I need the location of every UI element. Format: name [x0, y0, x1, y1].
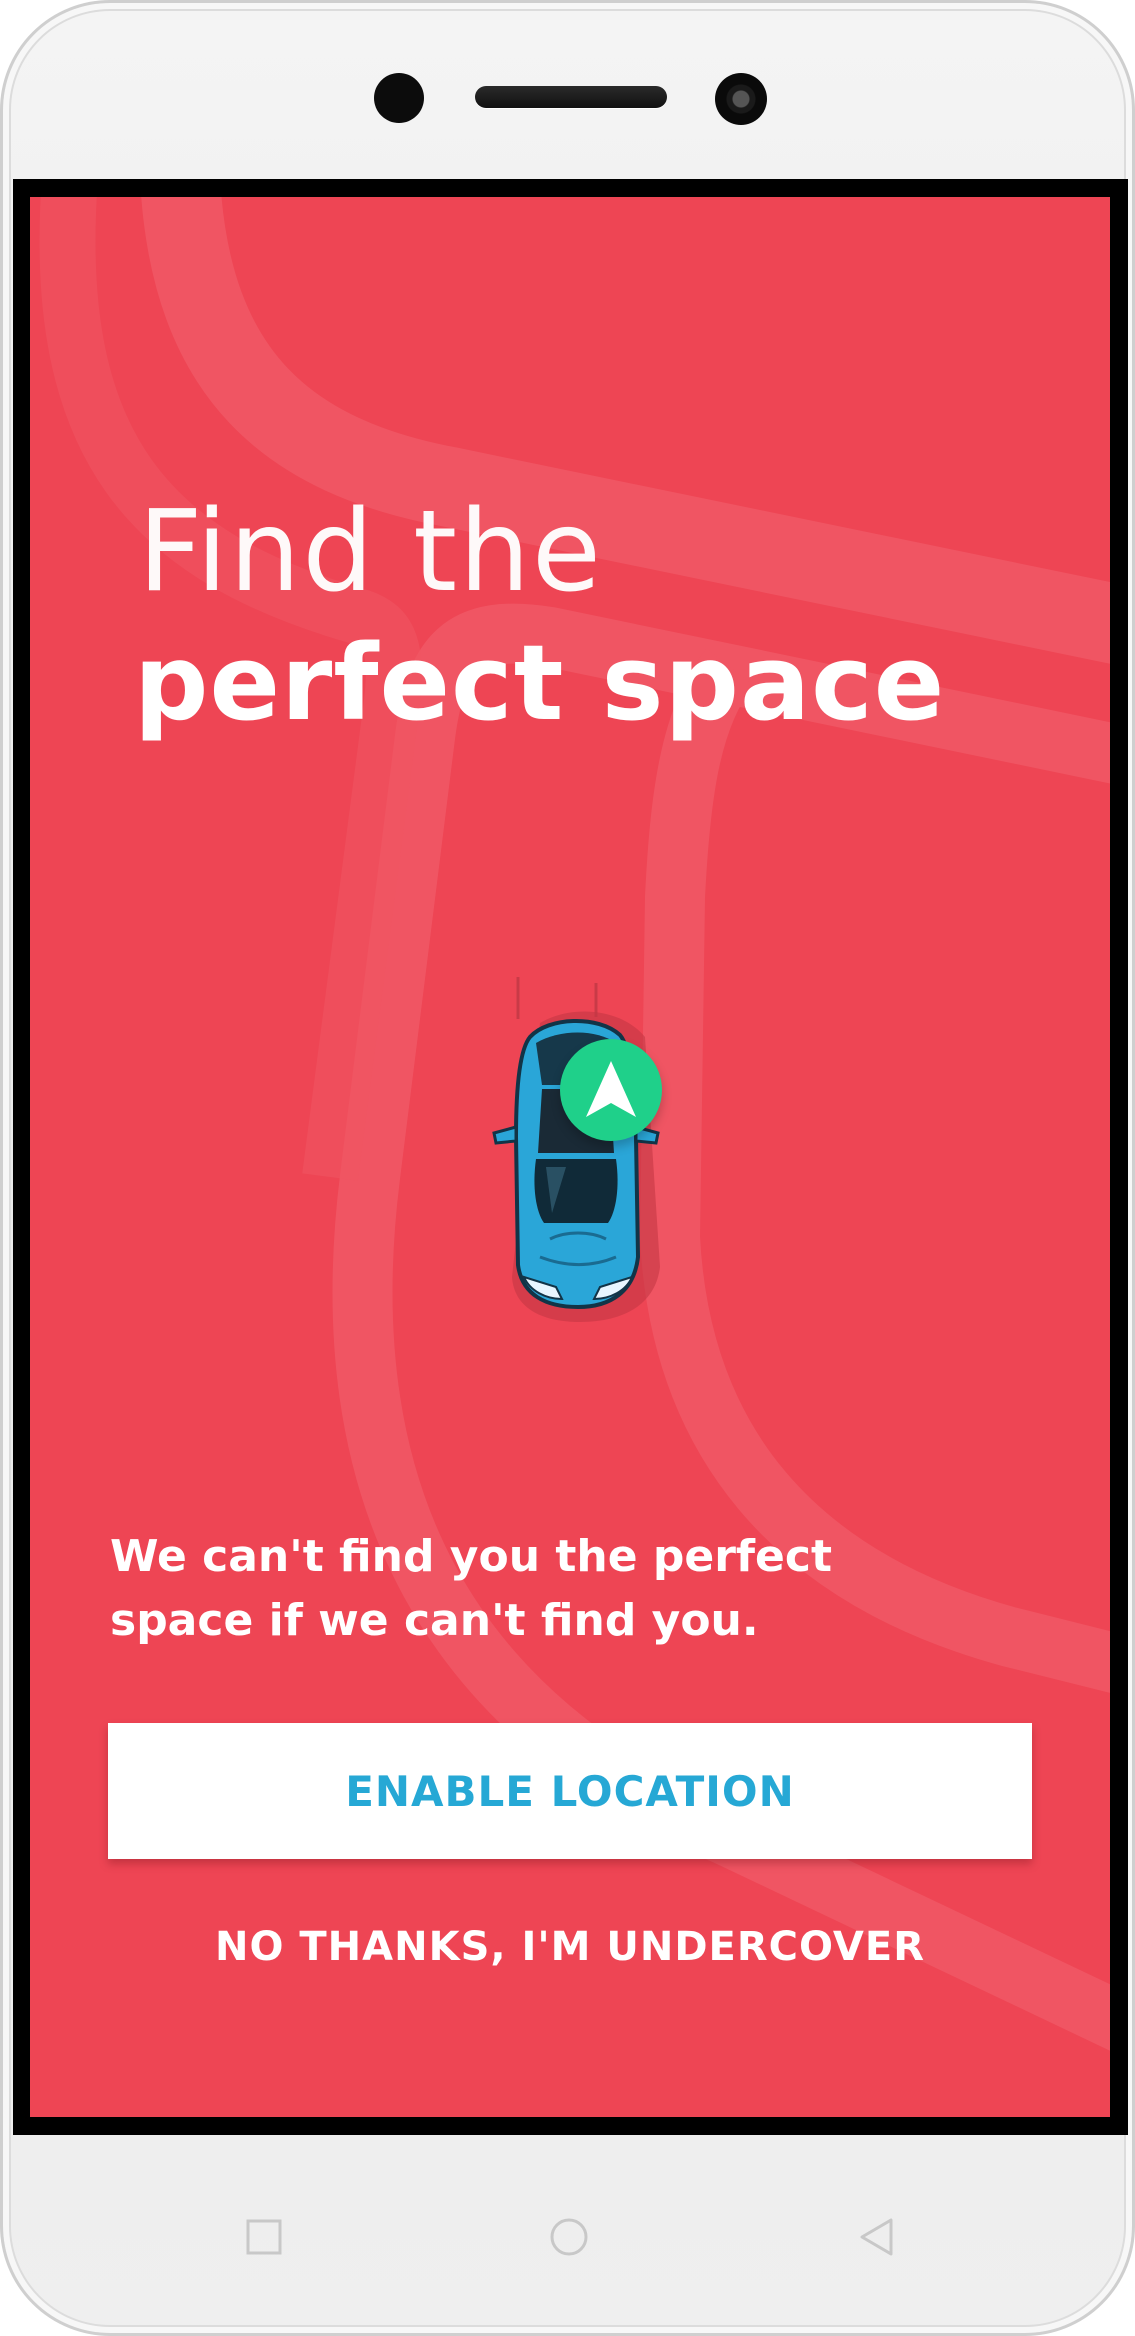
car-icon	[492, 977, 660, 1322]
phone-frame: Find the perfect space We can't find you…	[0, 0, 1135, 2336]
navigation-arrow-glyph	[586, 1061, 636, 1117]
headline-light: Find the	[138, 487, 603, 617]
system-nav-bar	[3, 2153, 1135, 2303]
enable-location-button[interactable]: ENABLE LOCATION	[108, 1723, 1032, 1859]
triangle-back-icon[interactable]	[847, 2207, 907, 2267]
navigation-arrow-icon	[560, 1039, 662, 1141]
circle-icon[interactable]	[539, 2207, 599, 2267]
front-camera	[715, 73, 767, 125]
proximity-sensor	[374, 73, 424, 123]
decline-location-button[interactable]: NO THANKS, I'M UNDERCOVER	[108, 1907, 1032, 1987]
app-screen: Find the perfect space We can't find you…	[30, 197, 1110, 2117]
earpiece-speaker	[475, 86, 667, 108]
square-icon[interactable]	[234, 2207, 294, 2267]
headline-bold: perfect space	[134, 622, 946, 744]
location-message: We can't find you the perfect space if w…	[110, 1531, 833, 1646]
